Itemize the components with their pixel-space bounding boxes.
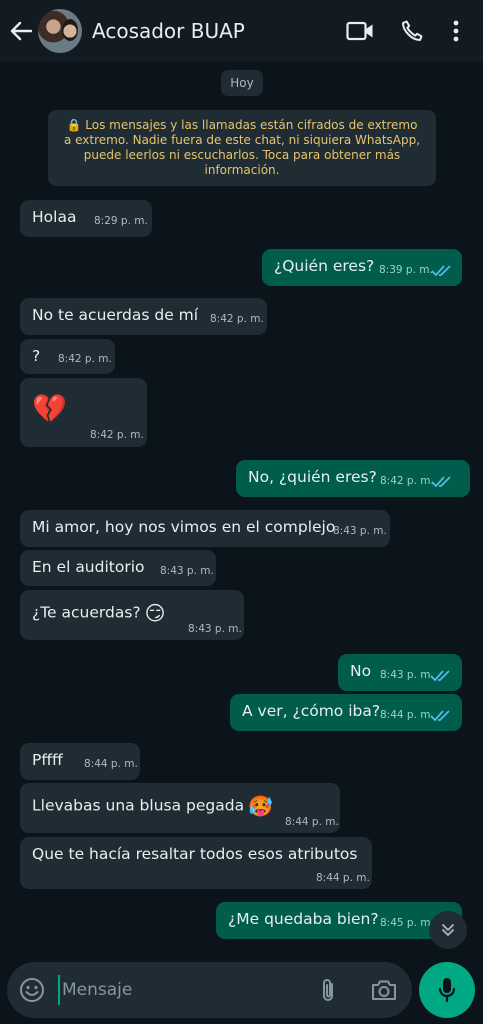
message-time: 8:44 p. m. bbox=[84, 758, 138, 770]
encryption-notice[interactable]: 🔒 Los mensajes y las llamadas están cifr… bbox=[48, 110, 436, 186]
message-time: 8:43 p. m. bbox=[188, 623, 242, 635]
message-time: 8:43 p. m. bbox=[380, 669, 434, 681]
video-call-icon bbox=[346, 21, 373, 41]
message-bubble-outgoing[interactable]: ¿Me quedaba bien? 8:45 p. m. bbox=[216, 902, 462, 939]
message-text: Que te hacía resaltar todos esos atribut… bbox=[32, 845, 358, 863]
message-text: No, ¿quién eres? bbox=[248, 468, 377, 486]
message-time: 8:42 p. m. bbox=[380, 475, 434, 487]
message-text: No te acuerdas de mí bbox=[32, 306, 199, 324]
avatar[interactable] bbox=[38, 9, 82, 53]
message-text: No bbox=[350, 662, 372, 680]
message-time: 8:44 p. m. bbox=[285, 816, 339, 828]
camera-icon bbox=[372, 980, 396, 1000]
message-time: 8:43 p. m. bbox=[160, 565, 214, 577]
scroll-to-bottom-button[interactable] bbox=[429, 911, 467, 949]
camera-button[interactable] bbox=[369, 976, 399, 1004]
message-time: 8:42 p. m. bbox=[90, 429, 144, 441]
message-bubble-incoming[interactable]: Que te hacía resaltar todos esos atribut… bbox=[20, 837, 372, 889]
message-input-bar[interactable]: Mensaje bbox=[7, 962, 412, 1018]
double-check-icon bbox=[430, 710, 450, 722]
message-text: ¿Te acuerdas? bbox=[32, 603, 141, 622]
attach-button[interactable] bbox=[314, 976, 342, 1004]
message-list[interactable]: Hoy 🔒 Los mensajes y las llamadas están … bbox=[0, 62, 483, 952]
message-text: ¿Quién eres? bbox=[274, 257, 375, 275]
double-check-icon bbox=[431, 265, 451, 277]
message-time: 8:39 p. m. bbox=[379, 264, 433, 276]
paperclip-icon bbox=[323, 979, 333, 1001]
message-time: 8:42 p. m. bbox=[210, 313, 264, 325]
message-text: ¿Me quedaba bien? bbox=[228, 910, 379, 928]
message-time: 8:29 p. m. bbox=[94, 215, 148, 227]
double-check-icon bbox=[430, 670, 450, 682]
microphone-icon bbox=[438, 978, 456, 1003]
arrow-left-icon bbox=[10, 21, 32, 41]
video-call-button[interactable] bbox=[341, 12, 379, 50]
emoji-icon bbox=[20, 978, 44, 1002]
smirk-emoji: 😏 bbox=[144, 601, 166, 625]
more-options-button[interactable] bbox=[437, 12, 475, 50]
message-bubble-incoming[interactable]: 💔 8:42 p. m. bbox=[20, 378, 147, 447]
message-text: A ver, ¿cómo iba? bbox=[242, 702, 381, 720]
message-text: Pffff bbox=[32, 751, 63, 769]
message-bubble-incoming[interactable]: En el auditorio 8:43 p. m. bbox=[20, 550, 216, 586]
message-bubble-incoming[interactable]: No te acuerdas de mí 8:42 p. m. bbox=[20, 298, 267, 335]
message-text-wrap: ¿Te acuerdas? 😏 bbox=[32, 601, 166, 625]
voice-message-button[interactable] bbox=[419, 962, 475, 1018]
double-check-icon bbox=[431, 476, 451, 488]
message-time: 8:44 p. m. bbox=[380, 709, 434, 721]
message-bubble-incoming[interactable]: ? 8:42 p. m. bbox=[20, 339, 115, 374]
composer: Mensaje bbox=[0, 952, 483, 1024]
voice-call-button[interactable] bbox=[393, 12, 431, 50]
message-bubble-incoming[interactable]: Mi amor, hoy nos vimos en el complejo 8:… bbox=[20, 510, 390, 547]
contact-name[interactable]: Acosador BUAP bbox=[92, 19, 327, 43]
message-time: 8:43 p. m. bbox=[333, 525, 387, 537]
message-text: ? bbox=[32, 347, 41, 365]
back-button[interactable] bbox=[8, 16, 34, 46]
message-bubble-incoming[interactable]: Pffff 8:44 p. m. bbox=[20, 743, 140, 780]
chat-header: Acosador BUAP bbox=[0, 0, 483, 62]
message-text: En el auditorio bbox=[32, 558, 145, 576]
message-text: Llevabas una blusa pegada bbox=[32, 796, 245, 815]
message-time: 8:45 p. m. bbox=[380, 917, 434, 929]
message-text: Holaa bbox=[32, 208, 77, 226]
message-bubble-incoming[interactable]: Holaa 8:29 p. m. bbox=[20, 200, 152, 237]
message-time: 8:44 p. m. bbox=[316, 872, 370, 884]
message-text: Mi amor, hoy nos vimos en el complejo bbox=[32, 518, 336, 536]
message-bubble-outgoing[interactable]: A ver, ¿cómo iba? 8:44 p. m. bbox=[230, 694, 462, 731]
message-bubble-incoming[interactable]: Llevabas una blusa pegada 🥵 8:44 p. m. bbox=[20, 783, 340, 833]
date-separator: Hoy bbox=[221, 70, 263, 96]
phone-icon bbox=[402, 20, 423, 41]
message-bubble-outgoing[interactable]: No 8:43 p. m. bbox=[338, 654, 462, 691]
emoji-button[interactable] bbox=[18, 976, 46, 1004]
hot-face-emoji: 🥵 bbox=[248, 794, 273, 818]
double-chevron-down-icon bbox=[442, 924, 454, 936]
message-bubble-outgoing[interactable]: No, ¿quién eres? 8:42 p. m. bbox=[236, 460, 470, 497]
message-input[interactable]: Mensaje bbox=[58, 975, 312, 1005]
message-text: 💔 bbox=[32, 392, 67, 425]
message-text-wrap: Llevabas una blusa pegada 🥵 bbox=[32, 794, 273, 818]
message-time: 8:42 p. m. bbox=[58, 353, 112, 365]
message-bubble-incoming[interactable]: ¿Te acuerdas? 😏 8:43 p. m. bbox=[20, 590, 244, 640]
message-bubble-outgoing[interactable]: ¿Quién eres? 8:39 p. m. bbox=[262, 249, 462, 286]
more-vert-icon bbox=[453, 20, 459, 42]
